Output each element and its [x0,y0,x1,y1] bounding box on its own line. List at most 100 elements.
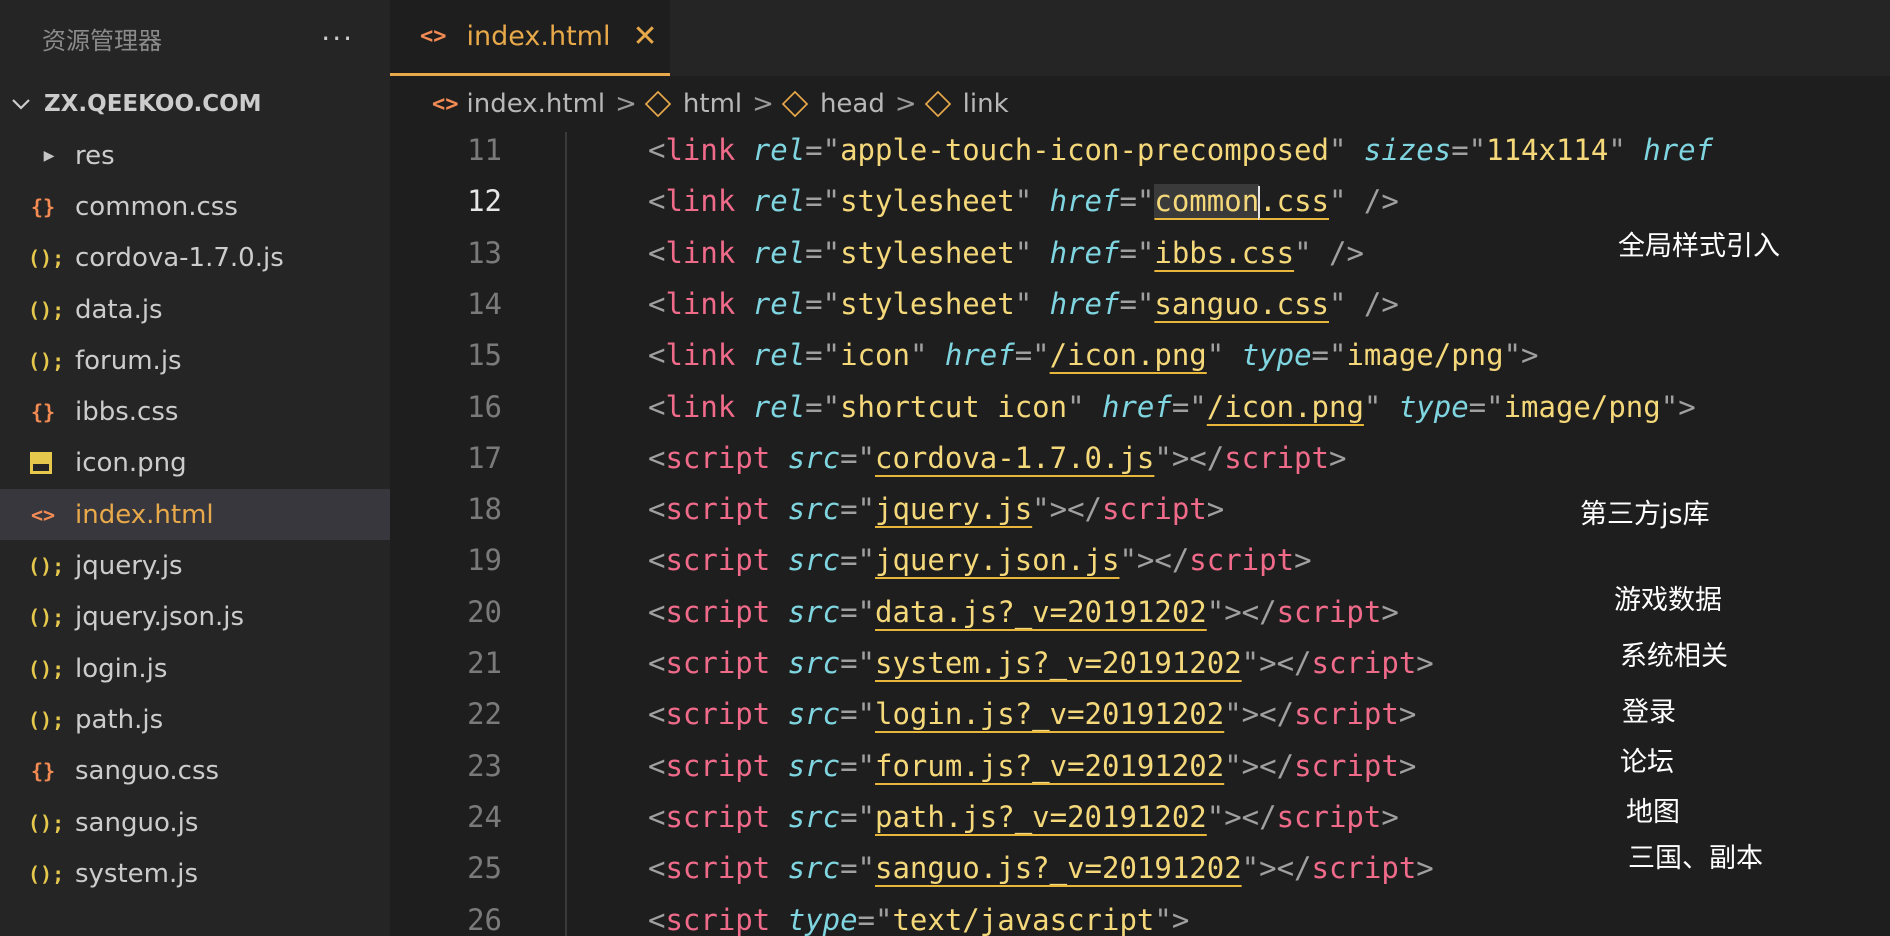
file-item-index-html[interactable]: <> index.html [0,489,390,541]
breadcrumb-item-link[interactable]: link [963,89,1009,119]
code-line: 16 <link rel="shortcut icon" href="/icon.… [390,382,1890,433]
file-item-label: jquery.js [75,551,183,582]
code-text: <link rel="stylesheet" href="ibbs.css" /… [648,235,1364,270]
workspace-folder-header[interactable]: ZX.QEEKOO.COM [0,78,390,130]
file-item-jquery-js[interactable]: (); jquery.js [0,540,390,591]
explorer-sidebar: 资源管理器 ··· ZX.QEEKOO.COM ▶ res {} common.css… [0,0,390,936]
file-item-forum-js[interactable]: (); forum.js [0,335,390,386]
code-line: 12 <link rel="stylesheet" href="common.cs… [390,176,1890,227]
js-file-icon: (); [28,605,65,630]
file-item-label: icon.png [75,448,187,479]
line-number: 20 [467,594,502,629]
code-line: 11 <link rel="apple-touch-icon-precompose… [390,132,1890,176]
code-text: <script src="data.js?_v=20191202"></scri… [648,594,1399,629]
file-item-res[interactable]: ▶ res [0,130,390,181]
file-item-path-js[interactable]: (); path.js [0,694,390,745]
file-item-system-js[interactable]: (); system.js [0,848,390,899]
annotation-map: 地图 [1626,797,1680,828]
code-text: <script src="system.js?_v=20191202"></sc… [648,646,1434,680]
code-text: <script src="jquery.js"></script> [648,492,1225,527]
html-file-icon: <> [432,91,459,117]
code-text: <script src="path.js?_v=20191202"></scri… [648,799,1399,834]
code-text: <link rel="apple-touch-icon-precomposed"… [648,133,1714,167]
code-text: <script src="sanguo.js?_v=20191202"></sc… [648,851,1434,886]
file-item-sanguo-css[interactable]: {} sanguo.css [0,746,390,797]
code-line: 26 <script type="text/javascript"> [390,895,1890,936]
file-item-label: path.js [75,704,164,735]
js-file-icon: (); [28,246,65,271]
line-number: 14 [467,286,502,321]
annotation-login: 登录 [1622,697,1676,728]
chevron-down-icon [12,99,30,110]
css-file-icon: {} [30,400,56,425]
line-number: 11 [467,133,502,167]
breadcrumb-file[interactable]: index.html [467,89,606,119]
line-number: 18 [467,492,502,527]
file-item-label: ibbs.css [75,397,179,428]
editor-area: <> index.html ✕ <> index.html > html > h… [390,0,1890,936]
line-number: 26 [467,902,502,936]
breadcrumb-item-head[interactable]: head [820,89,885,119]
line-number: 21 [467,646,502,680]
image-file-icon [30,452,52,475]
code-text: <script src="forum.js?_v=20191202"></scr… [648,748,1417,783]
code-text: <link rel="icon" href="/icon.png" type="… [648,338,1539,373]
file-item-label: sanguo.css [75,756,220,787]
code-text: <link rel="shortcut icon" href="/icon.pn… [648,389,1696,424]
close-icon[interactable]: ✕ [632,19,657,54]
line-number: 15 [467,338,502,373]
breadcrumb: <> index.html > html > head > link [390,76,1890,132]
file-item-ibbs-css[interactable]: {} ibbs.css [0,386,390,437]
file-item-label: cordova-1.7.0.js [75,243,284,274]
line-number: 13 [467,235,502,270]
js-file-icon: (); [28,348,65,373]
file-item-label: forum.js [75,345,182,376]
js-file-icon: (); [28,861,65,886]
file-item-jquery-json-js[interactable]: (); jquery.json.js [0,592,390,643]
code-text: <link rel="stylesheet" href="sanguo.css"… [648,286,1399,321]
breadcrumb-separator: > [615,89,637,119]
file-item-label: login.js [75,653,168,684]
tab-bar: <> index.html ✕ [390,0,1890,76]
explorer-header: 资源管理器 ··· [0,0,390,76]
file-item-label: jquery.json.js [75,602,245,633]
line-number: 24 [467,799,502,834]
file-item-label: res [75,140,115,171]
annotation-sanguo: 三国、副本 [1628,843,1763,874]
tab-index-html[interactable]: <> index.html ✕ [390,0,670,76]
line-number: 23 [467,748,502,783]
code-text: <script src="jquery.json.js"></script> [648,543,1312,578]
chevron-right-icon: ▶ [43,145,55,167]
html-file-icon: <> [30,502,56,527]
file-list: ▶ res {} common.css (); cordova-1.7.0.js (); da… [0,130,390,899]
file-item-icon-png[interactable]: icon.png [0,438,390,489]
code-line: 15 <link rel="icon" href="/icon.png" type… [390,330,1890,381]
file-item-label: common.css [75,191,238,222]
file-item-label: index.html [75,499,214,530]
tab-label: index.html [466,21,611,52]
element-icon [924,90,951,118]
file-item-label: system.js [75,858,199,889]
js-file-icon: (); [28,554,65,579]
code-line: 17 <script src="cordova-1.7.0.js"></scrip… [390,433,1890,484]
file-item-cordova-1-7-0-js[interactable]: (); cordova-1.7.0.js [0,233,390,284]
explorer-title: 资源管理器 [42,26,162,55]
annotation-global-styles: 全局样式引入 [1618,231,1780,262]
line-number: 25 [467,851,502,886]
line-number: 12 [467,184,502,219]
js-file-icon: (); [28,707,65,732]
html-file-icon: <> [420,24,447,49]
more-actions-icon[interactable]: ··· [321,22,354,55]
file-item-sanguo-js[interactable]: (); sanguo.js [0,797,390,848]
annotation-game-data: 游戏数据 [1614,585,1722,616]
line-number: 19 [467,543,502,578]
code-text: <script src="login.js?_v=20191202"></scr… [648,697,1417,732]
file-item-common-css[interactable]: {} common.css [0,181,390,232]
file-item-data-js[interactable]: (); data.js [0,284,390,335]
code-text: <script src="cordova-1.7.0.js"></script> [648,440,1347,475]
file-item-label: sanguo.js [75,807,199,838]
css-file-icon: {} [30,759,56,784]
file-item-login-js[interactable]: (); login.js [0,643,390,694]
breadcrumb-item-html[interactable]: html [683,89,742,119]
line-number: 16 [467,389,502,424]
